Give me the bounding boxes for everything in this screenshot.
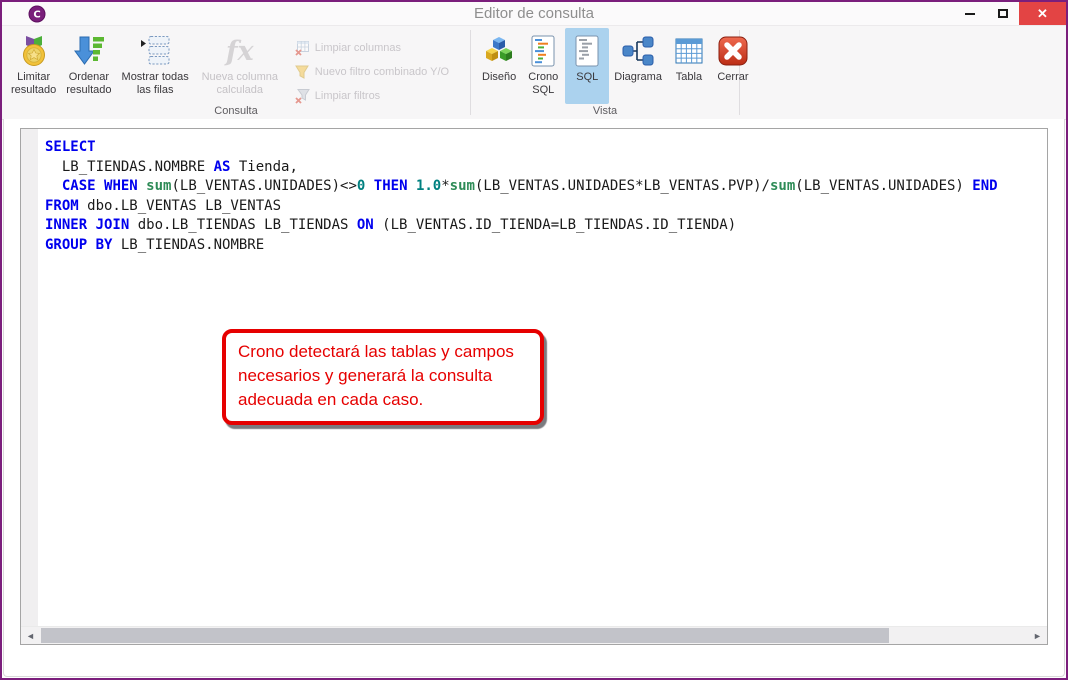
clear-filters-icon [294, 88, 310, 104]
crono-sql-view-label: Crono SQL [528, 71, 558, 96]
ordenar-resultado-button[interactable]: Ordenar resultado [61, 28, 116, 104]
close-button[interactable]: ✕ [1019, 2, 1066, 25]
cerrar-view-label: Cerrar [717, 71, 748, 84]
minimize-button[interactable] [953, 2, 986, 25]
minimize-icon [965, 13, 975, 15]
nueva-columna-calculada-button: fx Nueva columna calculada [194, 28, 286, 104]
table-grid-icon [672, 33, 706, 69]
diagrama-view-label: Diagrama [614, 71, 662, 84]
maximize-button[interactable] [986, 2, 1019, 25]
editor-gutter [21, 129, 38, 626]
horizontal-scrollbar[interactable]: ◄ ► [21, 626, 1047, 644]
scroll-right-arrow-icon[interactable]: ► [1029, 627, 1046, 644]
diseno-view-label: Diseño [482, 71, 516, 84]
limitar-resultado-label: Limitar resultado [11, 71, 56, 96]
scroll-left-arrow-icon[interactable]: ◄ [22, 627, 39, 644]
ribbon-group-vista: Diseño Crono SQL [471, 26, 739, 119]
diagrama-view-button[interactable]: Diagrama [609, 28, 667, 104]
limpiar-columnas-item: Limpiar columnas [294, 39, 449, 56]
fx-icon: fx [226, 33, 254, 69]
annotation-callout: Crono detectará las tablas y campos nece… [222, 329, 544, 425]
query-editor-window: C Editor de consulta ✕ [0, 0, 1068, 680]
scrollbar-thumb[interactable] [41, 628, 889, 643]
diagram-icon [621, 33, 655, 69]
diseno-view-button[interactable]: Diseño [477, 28, 521, 104]
nuevo-filtro-combinado-item: Nuevo filtro combinado Y/O [294, 63, 449, 80]
mostrar-todas-las-filas-button[interactable]: Mostrar todas las filas [117, 28, 194, 104]
ribbon-group-consulta: Limitar resultado Ordenar resultado [2, 26, 470, 119]
clear-columns-icon [294, 40, 310, 56]
combined-filter-icon [294, 64, 310, 80]
crono-app-icon: C [28, 5, 46, 23]
medal-icon [17, 33, 51, 69]
nueva-columna-calculada-label: Nueva columna calculada [202, 71, 278, 96]
annotation-text: Crono detectará las tablas y campos nece… [238, 340, 528, 412]
crono-sql-view-button[interactable]: Crono SQL [521, 28, 565, 104]
sql-view-button[interactable]: SQL [565, 28, 609, 104]
cerrar-view-button[interactable]: Cerrar [711, 28, 755, 104]
mostrar-todas-las-filas-label: Mostrar todas las filas [122, 71, 189, 96]
maximize-icon [998, 9, 1008, 18]
sort-descending-icon [72, 33, 106, 69]
ribbon-toolbar: Limitar resultado Ordenar resultado [2, 25, 1066, 120]
sql-code[interactable]: SELECT LB_TIENDAS.NOMBRE AS Tienda, CASE… [45, 138, 1043, 256]
window-title: Editor de consulta [2, 5, 1066, 22]
vista-group-label: Vista [471, 105, 739, 117]
tabla-view-label: Tabla [676, 71, 702, 84]
limpiar-filtros-item: Limpiar filtros [294, 87, 449, 104]
close-icon: ✕ [1037, 6, 1048, 22]
close-view-icon [716, 33, 750, 69]
rows-icon [138, 33, 172, 69]
tabla-view-button[interactable]: Tabla [667, 28, 711, 104]
sql-doc-icon [570, 33, 604, 69]
design-cubes-icon [482, 33, 516, 69]
sql-view-label: SQL [576, 71, 598, 84]
limpiar-filtros-label: Limpiar filtros [315, 90, 380, 102]
limitar-resultado-button[interactable]: Limitar resultado [6, 28, 61, 104]
ordenar-resultado-label: Ordenar resultado [66, 71, 111, 96]
consulta-group-label: Consulta [2, 105, 470, 117]
limpiar-columnas-label: Limpiar columnas [315, 42, 401, 54]
titlebar: C Editor de consulta ✕ [2, 2, 1066, 25]
nuevo-filtro-combinado-label: Nuevo filtro combinado Y/O [315, 66, 449, 78]
crono-sql-doc-icon [526, 33, 560, 69]
svg-text:C: C [33, 9, 40, 20]
